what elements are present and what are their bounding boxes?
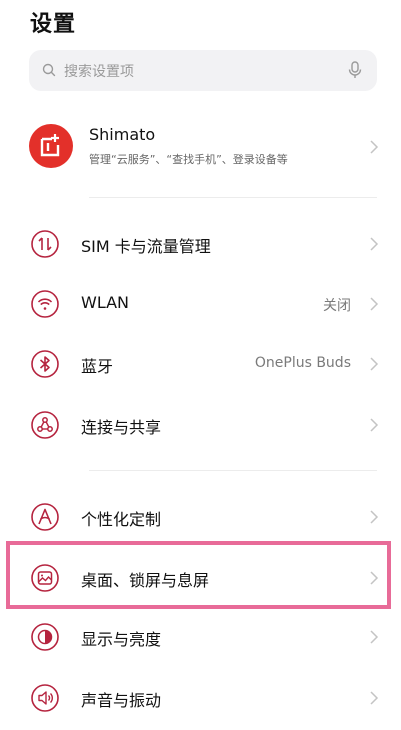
- settings-item-value: OnePlus Buds: [254, 355, 351, 371]
- settings-item-label: 连接与共享: [81, 418, 162, 437]
- chevron-right-icon: [370, 140, 379, 154]
- share-icon: [31, 411, 59, 439]
- settings-item-connection-sharing[interactable]: 连接与共享: [0, 400, 401, 450]
- settings-item-label: SIM 卡与流量管理: [81, 237, 211, 256]
- account-name: Shimato: [89, 125, 156, 144]
- settings-item-label: 声音与振动: [81, 691, 162, 710]
- microphone-icon[interactable]: [347, 60, 363, 80]
- settings-item-homescreen-lockscreen[interactable]: 桌面、锁屏与息屏: [0, 553, 401, 603]
- chevron-right-icon: [370, 571, 379, 585]
- search-icon: [42, 63, 56, 77]
- settings-item-sim[interactable]: SIM 卡与流量管理: [0, 219, 401, 269]
- settings-item-wlan[interactable]: WLAN 关闭: [0, 279, 401, 329]
- bluetooth-icon: [31, 350, 59, 378]
- settings-item-label: 桌面、锁屏与息屏: [81, 571, 210, 590]
- settings-item-label: 蓝牙: [81, 357, 114, 376]
- wifi-icon: [31, 290, 59, 318]
- sound-icon: [31, 684, 59, 712]
- search-bar[interactable]: 搜索设置项: [29, 50, 377, 91]
- chevron-right-icon: [370, 510, 379, 524]
- chevron-right-icon: [370, 297, 379, 311]
- search-input[interactable]: 搜索设置项: [64, 61, 134, 81]
- settings-item-sound-vibration[interactable]: 声音与振动: [0, 673, 401, 723]
- chevron-right-icon: [370, 691, 379, 705]
- divider: [89, 197, 377, 198]
- settings-item-value: 关闭: [323, 298, 351, 314]
- brightness-icon: [31, 623, 59, 651]
- settings-item-bluetooth[interactable]: 蓝牙 OnePlus Buds: [0, 339, 401, 389]
- chevron-right-icon: [370, 418, 379, 432]
- sim-data-icon: [31, 230, 59, 258]
- chevron-right-icon: [370, 237, 379, 251]
- settings-item-label: 显示与亮度: [81, 630, 162, 649]
- personalize-icon: [31, 503, 59, 531]
- settings-item-display-brightness[interactable]: 显示与亮度: [0, 612, 401, 662]
- chevron-right-icon: [370, 630, 379, 644]
- chevron-right-icon: [370, 357, 379, 371]
- account-avatar: [29, 124, 73, 168]
- settings-item-personalization[interactable]: 个性化定制: [0, 492, 401, 542]
- oneplus-logo-icon: [40, 134, 60, 157]
- wallpaper-icon: [31, 564, 59, 592]
- account-description: 管理“云服务”、“查找手机”、登录设备等: [89, 153, 288, 166]
- settings-item-label: 个性化定制: [81, 510, 162, 529]
- page-title: 设置: [30, 12, 77, 37]
- settings-item-label: WLAN: [81, 293, 130, 312]
- divider: [89, 470, 377, 471]
- account-row[interactable]: Shimato 管理“云服务”、“查找手机”、登录设备等: [0, 118, 401, 176]
